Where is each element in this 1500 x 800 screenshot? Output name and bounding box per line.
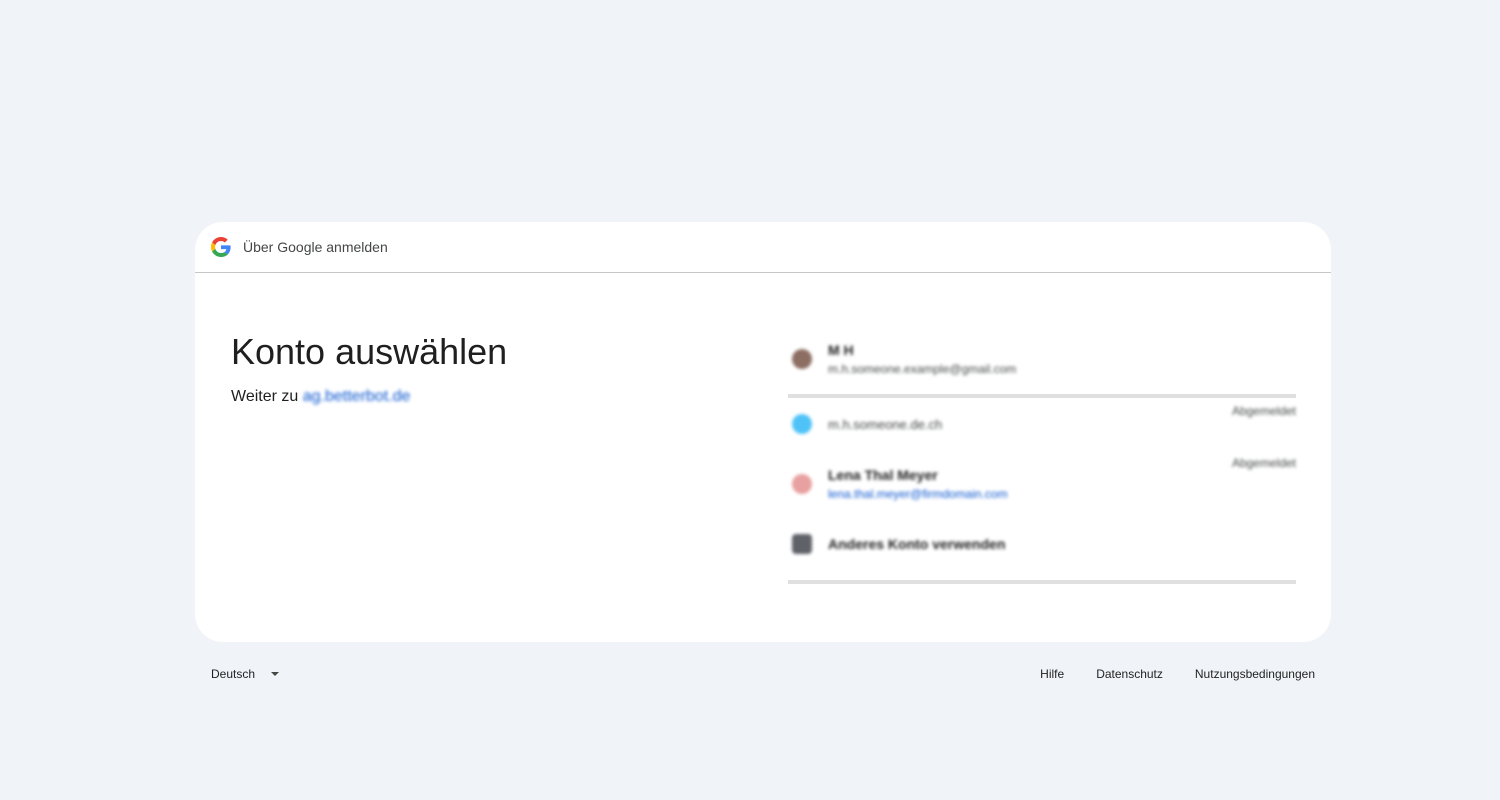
subtitle: Weiter zu ag.betterbot.de: [231, 388, 711, 406]
account-status: Abgemeldet: [1231, 404, 1296, 418]
account-email: m.h.someone.example@gmail.com: [828, 362, 1017, 376]
add-account-icon: [792, 534, 812, 554]
divider: [788, 580, 1296, 584]
account-item-1[interactable]: M H m.h.someone.example@gmail.com: [788, 330, 1296, 388]
caret-down-icon: [271, 672, 280, 676]
footer-links: Hilfe Datenschutz Nutzungsbedingungen: [1040, 667, 1315, 681]
google-logo-icon: [210, 236, 232, 258]
footer: Deutsch Hilfe Datenschutz Nutzungsbeding…: [211, 664, 1315, 684]
language-selector[interactable]: Deutsch: [211, 664, 280, 684]
account-email: m.h.someone.de.ch: [828, 416, 943, 432]
terms-link[interactable]: Nutzungsbedingungen: [1195, 667, 1315, 681]
left-pane: Konto auswählen Weiter zu ag.betterbot.d…: [231, 330, 711, 406]
privacy-link[interactable]: Datenschutz: [1096, 667, 1163, 681]
account-name: Lena Thal Meyer: [828, 467, 938, 483]
account-info: Anderes Konto verwenden: [828, 536, 1005, 552]
account-name: M H: [828, 342, 854, 358]
app-name-link[interactable]: ag.betterbot.de: [303, 388, 411, 405]
help-link[interactable]: Hilfe: [1040, 667, 1064, 681]
subtitle-prefix: Weiter zu: [231, 388, 299, 405]
account-list: M H m.h.someone.example@gmail.com m.h.so…: [788, 330, 1296, 584]
page-title: Konto auswählen: [231, 331, 508, 372]
account-status: Abgemeldet: [1231, 456, 1296, 470]
use-another-account[interactable]: Anderes Konto verwenden: [788, 520, 1296, 568]
avatar: [792, 474, 812, 494]
language-label: Deutsch: [211, 667, 256, 681]
account-info: Lena Thal Meyer lena.thal.meyer@firmdoma…: [828, 467, 1008, 501]
header-title: Über Google anmelden: [243, 239, 388, 255]
divider: [788, 394, 1296, 398]
account-item-3[interactable]: Lena Thal Meyer lena.thal.meyer@firmdoma…: [788, 448, 1296, 520]
use-another-account-label: Anderes Konto verwenden: [828, 536, 1006, 552]
account-info: m.h.someone.de.ch: [828, 417, 942, 432]
card-header: Über Google anmelden: [195, 222, 1331, 273]
account-email: lena.thal.meyer@firmdomain.com: [828, 487, 1008, 501]
account-info: M H m.h.someone.example@gmail.com: [828, 342, 1016, 376]
account-item-2[interactable]: m.h.someone.de.ch Abgemeldet: [788, 400, 1296, 448]
sign-in-card: Über Google anmelden Konto auswählen Wei…: [195, 222, 1331, 642]
avatar: [792, 349, 812, 369]
avatar: [792, 414, 812, 434]
